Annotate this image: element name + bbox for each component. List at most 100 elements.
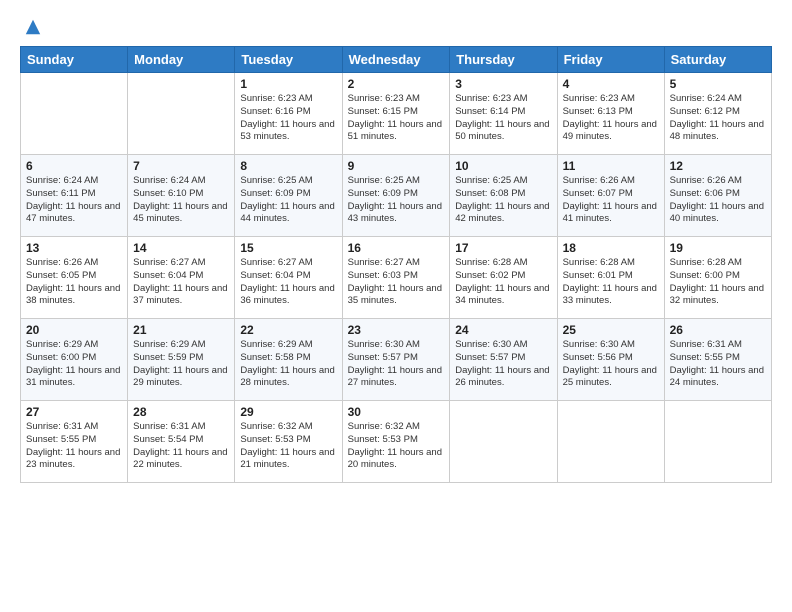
day-number: 17 <box>455 241 551 255</box>
calendar-cell: 28 Sunrise: 6:31 AM Sunset: 5:54 PM Dayli… <box>128 401 235 483</box>
calendar-day-header: Saturday <box>664 47 771 73</box>
calendar-cell <box>128 73 235 155</box>
day-info: Sunrise: 6:31 AM Sunset: 5:54 PM Dayligh… <box>133 421 229 472</box>
day-number: 12 <box>670 159 766 173</box>
day-number: 15 <box>240 241 336 255</box>
day-number: 5 <box>670 77 766 91</box>
calendar-cell: 7 Sunrise: 6:24 AM Sunset: 6:10 PM Daylig… <box>128 155 235 237</box>
calendar-cell: 13 Sunrise: 6:26 AM Sunset: 6:05 PM Dayli… <box>21 237 128 319</box>
calendar-day-header: Thursday <box>450 47 557 73</box>
calendar-cell: 5 Sunrise: 6:24 AM Sunset: 6:12 PM Daylig… <box>664 73 771 155</box>
calendar-day-header: Monday <box>128 47 235 73</box>
calendar-cell: 8Sunrise: 6:25 AM Sunset: 6:09 PM Daylig… <box>235 155 342 237</box>
day-number: 26 <box>670 323 766 337</box>
day-number: 1 <box>240 77 336 91</box>
calendar-cell <box>557 401 664 483</box>
day-number: 2 <box>348 77 445 91</box>
day-info: Sunrise: 6:27 AM Sunset: 6:04 PM Dayligh… <box>133 257 229 308</box>
day-info: Sunrise: 6:25 AM Sunset: 6:09 PM Dayligh… <box>348 175 445 226</box>
calendar-cell <box>450 401 557 483</box>
calendar-cell: 26 Sunrise: 6:31 AM Sunset: 5:55 PM Dayli… <box>664 319 771 401</box>
calendar-cell: 24 Sunrise: 6:30 AM Sunset: 5:57 PM Dayli… <box>450 319 557 401</box>
day-info: Sunrise: 6:29 AM Sunset: 6:00 PM Dayligh… <box>26 339 122 390</box>
day-info: Sunrise: 6:24 AM Sunset: 6:10 PM Dayligh… <box>133 175 229 226</box>
day-number: 22 <box>240 323 336 337</box>
day-info: Sunrise: 6:25 AM Sunset: 6:09 PM Dayligh… <box>240 175 336 226</box>
day-info: Sunrise: 6:23 AM Sunset: 6:16 PM Dayligh… <box>240 93 336 144</box>
calendar-cell: 14 Sunrise: 6:27 AM Sunset: 6:04 PM Dayli… <box>128 237 235 319</box>
day-number: 7 <box>133 159 229 173</box>
calendar-week-row: 13 Sunrise: 6:26 AM Sunset: 6:05 PM Dayli… <box>21 237 772 319</box>
day-number: 27 <box>26 405 122 419</box>
calendar-cell <box>664 401 771 483</box>
calendar-cell: 6 Sunrise: 6:24 AM Sunset: 6:11 PM Daylig… <box>21 155 128 237</box>
day-info: Sunrise: 6:30 AM Sunset: 5:56 PM Dayligh… <box>563 339 659 390</box>
page: SundayMondayTuesdayWednesdayThursdayFrid… <box>0 0 792 612</box>
calendar-week-row: 27Sunrise: 6:31 AM Sunset: 5:55 PM Dayli… <box>21 401 772 483</box>
calendar-week-row: 6 Sunrise: 6:24 AM Sunset: 6:11 PM Daylig… <box>21 155 772 237</box>
calendar-week-row: 20 Sunrise: 6:29 AM Sunset: 6:00 PM Dayli… <box>21 319 772 401</box>
day-number: 6 <box>26 159 122 173</box>
calendar-cell: 18 Sunrise: 6:28 AM Sunset: 6:01 PM Dayli… <box>557 237 664 319</box>
day-info: Sunrise: 6:26 AM Sunset: 6:05 PM Dayligh… <box>26 257 122 308</box>
calendar-cell: 2 Sunrise: 6:23 AM Sunset: 6:15 PM Daylig… <box>342 73 450 155</box>
calendar-table: SundayMondayTuesdayWednesdayThursdayFrid… <box>20 46 772 483</box>
day-number: 21 <box>133 323 229 337</box>
logo-icon <box>24 18 42 36</box>
day-info: Sunrise: 6:27 AM Sunset: 6:03 PM Dayligh… <box>348 257 445 308</box>
day-number: 4 <box>563 77 659 91</box>
calendar-week-row: 1 Sunrise: 6:23 AM Sunset: 6:16 PM Daylig… <box>21 73 772 155</box>
header <box>20 18 772 36</box>
day-number: 28 <box>133 405 229 419</box>
day-info: Sunrise: 6:31 AM Sunset: 5:55 PM Dayligh… <box>670 339 766 390</box>
day-number: 30 <box>348 405 445 419</box>
calendar-cell: 1 Sunrise: 6:23 AM Sunset: 6:16 PM Daylig… <box>235 73 342 155</box>
day-number: 18 <box>563 241 659 255</box>
day-number: 19 <box>670 241 766 255</box>
calendar-cell: 29Sunrise: 6:32 AM Sunset: 5:53 PM Dayli… <box>235 401 342 483</box>
calendar-cell: 30 Sunrise: 6:32 AM Sunset: 5:53 PM Dayli… <box>342 401 450 483</box>
day-info: Sunrise: 6:26 AM Sunset: 6:06 PM Dayligh… <box>670 175 766 226</box>
calendar-cell: 3Sunrise: 6:23 AM Sunset: 6:14 PM Daylig… <box>450 73 557 155</box>
day-info: Sunrise: 6:23 AM Sunset: 6:14 PM Dayligh… <box>455 93 551 144</box>
day-info: Sunrise: 6:32 AM Sunset: 5:53 PM Dayligh… <box>348 421 445 472</box>
calendar-day-header: Sunday <box>21 47 128 73</box>
day-info: Sunrise: 6:28 AM Sunset: 6:00 PM Dayligh… <box>670 257 766 308</box>
day-info: Sunrise: 6:24 AM Sunset: 6:11 PM Dayligh… <box>26 175 122 226</box>
calendar-cell: 21 Sunrise: 6:29 AM Sunset: 5:59 PM Dayli… <box>128 319 235 401</box>
day-info: Sunrise: 6:29 AM Sunset: 5:58 PM Dayligh… <box>240 339 336 390</box>
day-info: Sunrise: 6:30 AM Sunset: 5:57 PM Dayligh… <box>455 339 551 390</box>
calendar-cell: 17Sunrise: 6:28 AM Sunset: 6:02 PM Dayli… <box>450 237 557 319</box>
calendar-cell: 16 Sunrise: 6:27 AM Sunset: 6:03 PM Dayli… <box>342 237 450 319</box>
day-number: 20 <box>26 323 122 337</box>
day-number: 14 <box>133 241 229 255</box>
day-number: 13 <box>26 241 122 255</box>
calendar-cell: 19 Sunrise: 6:28 AM Sunset: 6:00 PM Dayli… <box>664 237 771 319</box>
calendar-cell: 11 Sunrise: 6:26 AM Sunset: 6:07 PM Dayli… <box>557 155 664 237</box>
day-info: Sunrise: 6:26 AM Sunset: 6:07 PM Dayligh… <box>563 175 659 226</box>
day-info: Sunrise: 6:27 AM Sunset: 6:04 PM Dayligh… <box>240 257 336 308</box>
calendar-cell: 20 Sunrise: 6:29 AM Sunset: 6:00 PM Dayli… <box>21 319 128 401</box>
day-number: 10 <box>455 159 551 173</box>
day-info: Sunrise: 6:30 AM Sunset: 5:57 PM Dayligh… <box>348 339 445 390</box>
day-info: Sunrise: 6:29 AM Sunset: 5:59 PM Dayligh… <box>133 339 229 390</box>
day-info: Sunrise: 6:23 AM Sunset: 6:15 PM Dayligh… <box>348 93 445 144</box>
calendar-cell: 15 Sunrise: 6:27 AM Sunset: 6:04 PM Dayli… <box>235 237 342 319</box>
day-number: 24 <box>455 323 551 337</box>
calendar-header-row: SundayMondayTuesdayWednesdayThursdayFrid… <box>21 47 772 73</box>
calendar-cell: 27Sunrise: 6:31 AM Sunset: 5:55 PM Dayli… <box>21 401 128 483</box>
calendar-day-header: Friday <box>557 47 664 73</box>
calendar-day-header: Tuesday <box>235 47 342 73</box>
day-info: Sunrise: 6:28 AM Sunset: 6:01 PM Dayligh… <box>563 257 659 308</box>
day-info: Sunrise: 6:23 AM Sunset: 6:13 PM Dayligh… <box>563 93 659 144</box>
day-number: 25 <box>563 323 659 337</box>
day-number: 16 <box>348 241 445 255</box>
day-info: Sunrise: 6:24 AM Sunset: 6:12 PM Dayligh… <box>670 93 766 144</box>
calendar-cell <box>21 73 128 155</box>
day-number: 11 <box>563 159 659 173</box>
day-info: Sunrise: 6:32 AM Sunset: 5:53 PM Dayligh… <box>240 421 336 472</box>
logo <box>20 18 42 36</box>
day-number: 9 <box>348 159 445 173</box>
calendar-cell: 12 Sunrise: 6:26 AM Sunset: 6:06 PM Dayli… <box>664 155 771 237</box>
calendar-day-header: Wednesday <box>342 47 450 73</box>
